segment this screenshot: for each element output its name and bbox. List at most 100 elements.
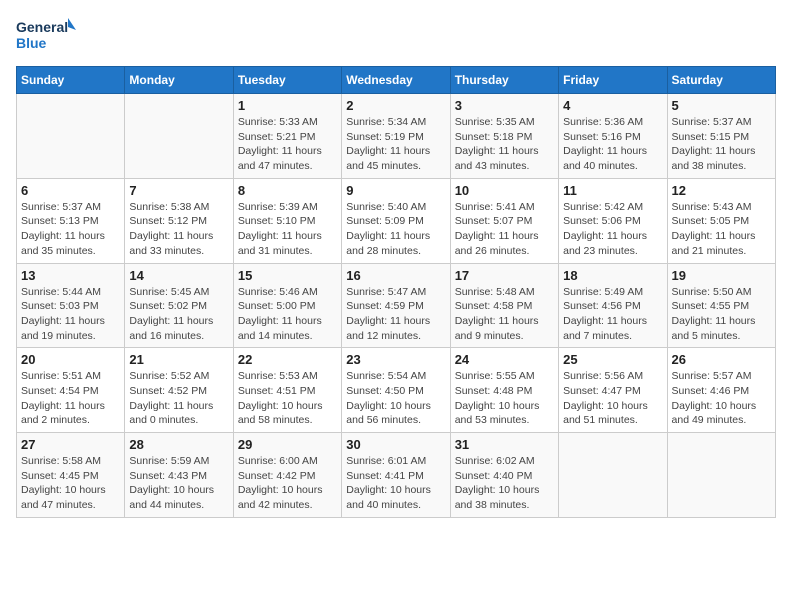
- header: General Blue: [16, 16, 776, 58]
- day-info: Sunrise: 5:42 AMSunset: 5:06 PMDaylight:…: [563, 200, 662, 259]
- day-number: 2: [346, 98, 445, 113]
- day-number: 11: [563, 183, 662, 198]
- svg-text:General: General: [16, 19, 68, 35]
- day-number: 24: [455, 352, 554, 367]
- day-number: 6: [21, 183, 120, 198]
- calendar-cell: 18Sunrise: 5:49 AMSunset: 4:56 PMDayligh…: [559, 263, 667, 348]
- calendar-cell: 16 Sunrise: 5:47 AMSunset: 4:59 PMDayligh…: [342, 263, 450, 348]
- header-day-friday: Friday: [559, 67, 667, 94]
- calendar-cell: 1 Sunrise: 5:33 AMSunset: 5:21 PMDaylight…: [233, 94, 341, 179]
- day-number: 14: [129, 268, 228, 283]
- day-number: 20: [21, 352, 120, 367]
- day-info: Sunrise: 5:37 AMSunset: 5:15 PMDaylight:…: [672, 115, 771, 174]
- calendar-cell: 12 Sunrise: 5:43 AMSunset: 5:05 PMDayligh…: [667, 178, 775, 263]
- day-number: 19: [672, 268, 771, 283]
- day-info: Sunrise: 5:48 AMSunset: 4:58 PMDaylight:…: [455, 285, 554, 344]
- calendar-cell: 3Sunrise: 5:35 AMSunset: 5:18 PMDaylight…: [450, 94, 558, 179]
- calendar-cell: 25 Sunrise: 5:56 AMSunset: 4:47 PMDayligh…: [559, 348, 667, 433]
- day-info: Sunrise: 5:40 AMSunset: 5:09 PMDaylight:…: [346, 200, 445, 259]
- day-info: Sunrise: 5:52 AMSunset: 4:52 PMDaylight:…: [129, 369, 228, 428]
- day-number: 10: [455, 183, 554, 198]
- day-info: Sunrise: 5:56 AMSunset: 4:47 PMDaylight:…: [563, 369, 662, 428]
- day-number: 13: [21, 268, 120, 283]
- day-info: Sunrise: 6:02 AMSunset: 4:40 PMDaylight:…: [455, 454, 554, 513]
- header-day-tuesday: Tuesday: [233, 67, 341, 94]
- calendar-week-2: 6Sunrise: 5:37 AMSunset: 5:13 PMDaylight…: [17, 178, 776, 263]
- calendar-table: SundayMondayTuesdayWednesdayThursdayFrid…: [16, 66, 776, 518]
- day-info: Sunrise: 5:57 AMSunset: 4:46 PMDaylight:…: [672, 369, 771, 428]
- day-number: 9: [346, 183, 445, 198]
- day-info: Sunrise: 5:55 AMSunset: 4:48 PMDaylight:…: [455, 369, 554, 428]
- header-row: SundayMondayTuesdayWednesdayThursdayFrid…: [17, 67, 776, 94]
- header-day-monday: Monday: [125, 67, 233, 94]
- calendar-cell: 26 Sunrise: 5:57 AMSunset: 4:46 PMDayligh…: [667, 348, 775, 433]
- day-info: Sunrise: 5:54 AMSunset: 4:50 PMDaylight:…: [346, 369, 445, 428]
- day-info: Sunrise: 5:43 AMSunset: 5:05 PMDaylight:…: [672, 200, 771, 259]
- day-info: Sunrise: 5:36 AMSunset: 5:16 PMDaylight:…: [563, 115, 662, 174]
- day-info: Sunrise: 5:33 AMSunset: 5:21 PMDaylight:…: [238, 115, 337, 174]
- calendar-cell: 4 Sunrise: 5:36 AMSunset: 5:16 PMDaylight…: [559, 94, 667, 179]
- calendar-week-1: 1 Sunrise: 5:33 AMSunset: 5:21 PMDaylight…: [17, 94, 776, 179]
- day-info: Sunrise: 5:44 AMSunset: 5:03 PMDaylight:…: [21, 285, 120, 344]
- calendar-cell: 15Sunrise: 5:46 AMSunset: 5:00 PMDayligh…: [233, 263, 341, 348]
- day-number: 1: [238, 98, 337, 113]
- day-info: Sunrise: 5:39 AMSunset: 5:10 PMDaylight:…: [238, 200, 337, 259]
- day-number: 23: [346, 352, 445, 367]
- day-info: Sunrise: 6:01 AMSunset: 4:41 PMDaylight:…: [346, 454, 445, 513]
- header-day-thursday: Thursday: [450, 67, 558, 94]
- day-info: Sunrise: 5:46 AMSunset: 5:00 PMDaylight:…: [238, 285, 337, 344]
- logo: General Blue: [16, 16, 76, 58]
- calendar-week-4: 20 Sunrise: 5:51 AMSunset: 4:54 PMDayligh…: [17, 348, 776, 433]
- day-info: Sunrise: 5:45 AMSunset: 5:02 PMDaylight:…: [129, 285, 228, 344]
- calendar-cell: 11 Sunrise: 5:42 AMSunset: 5:06 PMDayligh…: [559, 178, 667, 263]
- day-info: Sunrise: 5:38 AMSunset: 5:12 PMDaylight:…: [129, 200, 228, 259]
- day-number: 28: [129, 437, 228, 452]
- logo-svg: General Blue: [16, 16, 76, 58]
- calendar-cell: 23 Sunrise: 5:54 AMSunset: 4:50 PMDayligh…: [342, 348, 450, 433]
- day-number: 7: [129, 183, 228, 198]
- calendar-cell: 19 Sunrise: 5:50 AMSunset: 4:55 PMDayligh…: [667, 263, 775, 348]
- calendar-cell: 30Sunrise: 6:01 AMSunset: 4:41 PMDayligh…: [342, 433, 450, 518]
- day-info: Sunrise: 5:35 AMSunset: 5:18 PMDaylight:…: [455, 115, 554, 174]
- day-info: Sunrise: 5:34 AMSunset: 5:19 PMDaylight:…: [346, 115, 445, 174]
- day-number: 22: [238, 352, 337, 367]
- header-day-sunday: Sunday: [17, 67, 125, 94]
- calendar-cell: 13 Sunrise: 5:44 AMSunset: 5:03 PMDayligh…: [17, 263, 125, 348]
- calendar-cell: 6Sunrise: 5:37 AMSunset: 5:13 PMDaylight…: [17, 178, 125, 263]
- day-number: 31: [455, 437, 554, 452]
- day-number: 12: [672, 183, 771, 198]
- day-number: 21: [129, 352, 228, 367]
- day-info: Sunrise: 6:00 AMSunset: 4:42 PMDaylight:…: [238, 454, 337, 513]
- calendar-cell: 27Sunrise: 5:58 AMSunset: 4:45 PMDayligh…: [17, 433, 125, 518]
- day-number: 25: [563, 352, 662, 367]
- calendar-cell: 28 Sunrise: 5:59 AMSunset: 4:43 PMDayligh…: [125, 433, 233, 518]
- day-info: Sunrise: 5:53 AMSunset: 4:51 PMDaylight:…: [238, 369, 337, 428]
- calendar-cell: [667, 433, 775, 518]
- header-day-saturday: Saturday: [667, 67, 775, 94]
- day-info: Sunrise: 5:51 AMSunset: 4:54 PMDaylight:…: [21, 369, 120, 428]
- day-info: Sunrise: 5:50 AMSunset: 4:55 PMDaylight:…: [672, 285, 771, 344]
- calendar-cell: 29 Sunrise: 6:00 AMSunset: 4:42 PMDayligh…: [233, 433, 341, 518]
- calendar-week-5: 27Sunrise: 5:58 AMSunset: 4:45 PMDayligh…: [17, 433, 776, 518]
- calendar-cell: [17, 94, 125, 179]
- calendar-cell: 9 Sunrise: 5:40 AMSunset: 5:09 PMDaylight…: [342, 178, 450, 263]
- day-info: Sunrise: 5:59 AMSunset: 4:43 PMDaylight:…: [129, 454, 228, 513]
- day-number: 17: [455, 268, 554, 283]
- day-number: 18: [563, 268, 662, 283]
- day-number: 16: [346, 268, 445, 283]
- calendar-cell: 10 Sunrise: 5:41 AMSunset: 5:07 PMDayligh…: [450, 178, 558, 263]
- day-info: Sunrise: 5:47 AMSunset: 4:59 PMDaylight:…: [346, 285, 445, 344]
- day-number: 29: [238, 437, 337, 452]
- calendar-week-3: 13 Sunrise: 5:44 AMSunset: 5:03 PMDayligh…: [17, 263, 776, 348]
- calendar-cell: 22 Sunrise: 5:53 AMSunset: 4:51 PMDayligh…: [233, 348, 341, 433]
- calendar-cell: 2 Sunrise: 5:34 AMSunset: 5:19 PMDaylight…: [342, 94, 450, 179]
- calendar-cell: 5Sunrise: 5:37 AMSunset: 5:15 PMDaylight…: [667, 94, 775, 179]
- day-info: Sunrise: 5:41 AMSunset: 5:07 PMDaylight:…: [455, 200, 554, 259]
- calendar-cell: 7 Sunrise: 5:38 AMSunset: 5:12 PMDaylight…: [125, 178, 233, 263]
- calendar-cell: 24 Sunrise: 5:55 AMSunset: 4:48 PMDayligh…: [450, 348, 558, 433]
- calendar-cell: 31 Sunrise: 6:02 AMSunset: 4:40 PMDayligh…: [450, 433, 558, 518]
- day-number: 26: [672, 352, 771, 367]
- svg-text:Blue: Blue: [16, 35, 47, 51]
- day-number: 4: [563, 98, 662, 113]
- calendar-cell: 17 Sunrise: 5:48 AMSunset: 4:58 PMDayligh…: [450, 263, 558, 348]
